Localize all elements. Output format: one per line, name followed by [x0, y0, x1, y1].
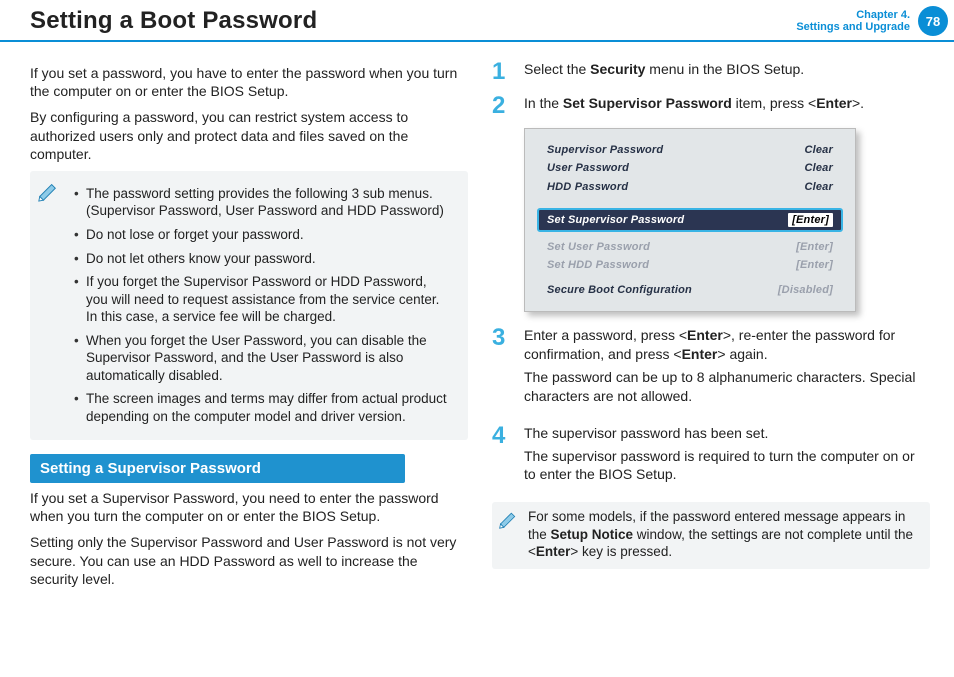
footnote-enter: Enter: [536, 544, 571, 559]
footnote-bold: Setup Notice: [551, 527, 634, 542]
step-3-enter-1: Enter: [687, 327, 723, 343]
step-4: 4 The supervisor password has been set. …: [492, 424, 930, 493]
bios-panel: Supervisor Password Clear User Password Cl…: [524, 128, 856, 312]
bios-value: Clear: [804, 161, 833, 175]
page-header: Setting a Boot Password Chapter 4. Setti…: [0, 0, 954, 42]
step-number-4: 4: [492, 424, 512, 493]
supervisor-para-2: Setting only the Supervisor Password and…: [30, 533, 468, 588]
page-number-badge: 78: [918, 6, 948, 36]
bios-value: [Disabled]: [778, 283, 833, 297]
note-icon: [36, 179, 60, 203]
section-heading-supervisor: Setting a Supervisor Password: [30, 454, 405, 484]
bios-label: Set Supervisor Password: [547, 213, 684, 227]
note-icon: [496, 507, 520, 531]
bios-row: Set HDD Password [Enter]: [525, 256, 855, 274]
step-3: 3 Enter a password, press <Enter>, re-en…: [492, 326, 930, 414]
bios-row-highlight: Set Supervisor Password [Enter]: [537, 208, 843, 232]
bios-row: Set User Password [Enter]: [525, 238, 855, 256]
bios-label: HDD Password: [547, 180, 628, 194]
bios-value: [Enter]: [796, 258, 833, 272]
footnote-box: For some models, if the password entered…: [492, 502, 930, 569]
bios-value: Clear: [804, 143, 833, 157]
bios-row: User Password Clear: [525, 159, 855, 177]
bios-value: [Enter]: [796, 240, 833, 254]
step-1-bold: Security: [590, 61, 645, 77]
bios-value: Clear: [804, 180, 833, 194]
step-2-text-post: >.: [852, 95, 864, 111]
right-column: 1 Select the Security menu in the BIOS S…: [492, 60, 930, 596]
step-3-enter-2: Enter: [682, 346, 718, 362]
bios-label: User Password: [547, 161, 629, 175]
bios-value: [Enter]: [788, 213, 833, 227]
note-item: The password setting provides the follow…: [74, 185, 448, 220]
bios-label: Supervisor Password: [547, 143, 663, 157]
step-3-text-pre: Enter a password, press <: [524, 327, 687, 343]
step-2-body: In the Set Supervisor Password item, pre…: [524, 94, 930, 118]
note-item: When you forget the User Password, you c…: [74, 332, 448, 385]
step-2: 2 In the Set Supervisor Password item, p…: [492, 94, 930, 118]
step-4-line-1: The supervisor password has been set.: [524, 424, 930, 443]
bios-row: Supervisor Password Clear: [525, 141, 855, 159]
step-1-body: Select the Security menu in the BIOS Set…: [524, 60, 930, 84]
note-item: If you forget the Supervisor Password or…: [74, 273, 448, 326]
bios-row: Secure Boot Configuration [Disabled]: [525, 281, 855, 299]
step-1: 1 Select the Security menu in the BIOS S…: [492, 60, 930, 84]
note-box: The password setting provides the follow…: [30, 171, 468, 440]
step-number-1: 1: [492, 60, 512, 84]
bios-label: Set User Password: [547, 240, 650, 254]
step-2-text-mid: item, press <: [732, 95, 816, 111]
step-3-note: The password can be up to 8 alphanumeric…: [524, 368, 930, 406]
chapter-block: Chapter 4. Settings and Upgrade 78: [796, 6, 954, 36]
step-3-text-post: > again.: [717, 346, 767, 362]
supervisor-para-1: If you set a Supervisor Password, you ne…: [30, 489, 468, 525]
step-4-body: The supervisor password has been set. Th…: [524, 424, 930, 493]
intro-paragraph-1: If you set a password, you have to enter…: [30, 64, 468, 100]
step-1-text-pre: Select the: [524, 61, 590, 77]
left-column: If you set a password, you have to enter…: [30, 60, 468, 596]
step-1-text-post: menu in the BIOS Setup.: [645, 61, 804, 77]
note-item: Do not let others know your password.: [74, 250, 448, 268]
step-2-enter: Enter: [816, 95, 852, 111]
bios-row: HDD Password Clear: [525, 178, 855, 196]
step-2-bold: Set Supervisor Password: [563, 95, 732, 111]
step-2-text-pre: In the: [524, 95, 563, 111]
chapter-line2: Settings and Upgrade: [796, 21, 910, 33]
bios-label: Set HDD Password: [547, 258, 649, 272]
chapter-line1: Chapter 4.: [796, 9, 910, 21]
step-number-2: 2: [492, 94, 512, 118]
step-number-3: 3: [492, 326, 512, 414]
note-item: The screen images and terms may differ f…: [74, 390, 448, 425]
intro-paragraph-2: By configuring a password, you can restr…: [30, 108, 468, 163]
footnote-post: > key is pressed.: [570, 544, 672, 559]
step-4-line-2: The supervisor password is required to t…: [524, 447, 930, 485]
page-title: Setting a Boot Password: [30, 7, 317, 35]
bios-label: Secure Boot Configuration: [547, 283, 692, 297]
step-3-body: Enter a password, press <Enter>, re-ente…: [524, 326, 930, 414]
note-item: Do not lose or forget your password.: [74, 226, 448, 244]
